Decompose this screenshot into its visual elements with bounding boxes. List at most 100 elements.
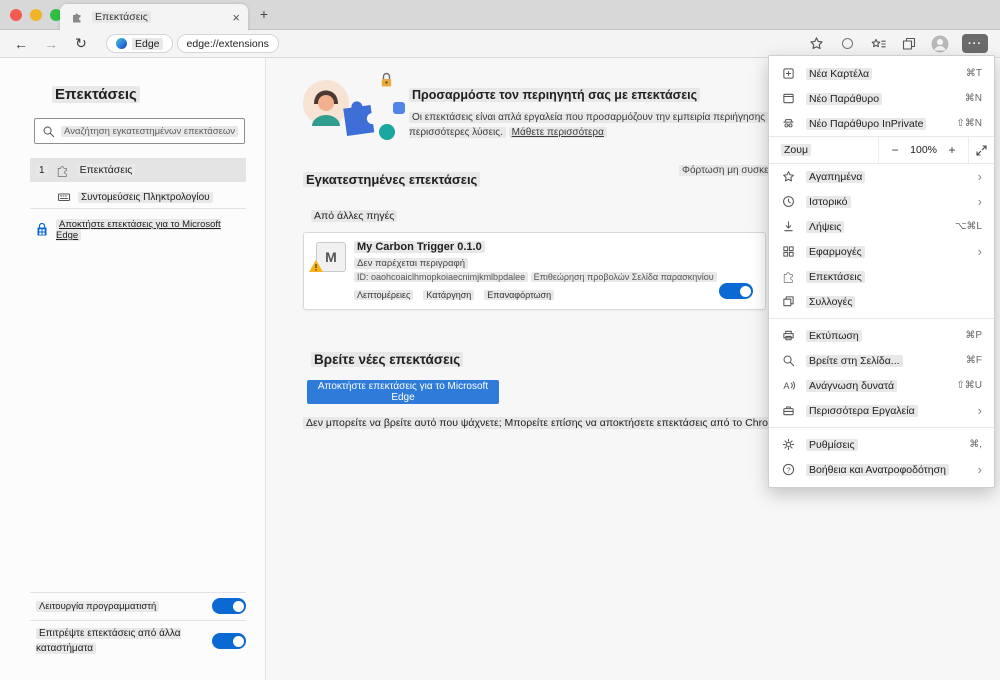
extensions-count-badge: 1 bbox=[36, 164, 48, 176]
page-title: Επεκτάσεις bbox=[52, 86, 140, 103]
menu-item-find-on-page[interactable]: Βρείτε στη Σελίδα... ⌘F bbox=[769, 348, 994, 373]
get-extensions-button[interactable]: Αποκτήστε επεκτάσεις για το Microsoft Ed… bbox=[307, 380, 499, 404]
inspect-views-link[interactable]: Επιθεώρηση προβολών Σελίδα παρασκηνίου bbox=[530, 272, 717, 282]
fullscreen-button[interactable] bbox=[968, 137, 994, 163]
developer-mode-row: Λειτουργία προγραμματιστή bbox=[36, 598, 246, 614]
sidebar-item-extensions[interactable]: 1 Επεκτάσεις bbox=[30, 158, 246, 182]
download-icon bbox=[781, 220, 796, 233]
svg-text:A: A bbox=[783, 381, 790, 391]
close-window-button[interactable] bbox=[10, 9, 22, 21]
menu-item-label: Λήψεις bbox=[806, 220, 845, 233]
sidebar: Επεκτάσεις Αναζήτηση εγκατεστημένων επεκ… bbox=[0, 58, 266, 680]
toolbar: ← → ↻ Edge edge://extensions ··· bbox=[0, 30, 1000, 58]
menu-item-label: Ρυθμίσεις bbox=[806, 438, 858, 451]
toolbox-icon bbox=[781, 404, 796, 417]
zoom-in-button[interactable]: + bbox=[946, 143, 958, 157]
zoom-out-button[interactable]: − bbox=[889, 143, 901, 157]
chevron-right-icon: › bbox=[977, 462, 982, 477]
source-group-label: Από άλλες πηγές bbox=[311, 210, 398, 222]
hero-title: Προσαρμόστε τον περιηγητή σας με επεκτάσ… bbox=[409, 88, 701, 102]
warning-icon bbox=[309, 260, 323, 275]
extension-toolbar-icon[interactable] bbox=[838, 35, 856, 53]
tab-close-icon[interactable]: × bbox=[232, 11, 240, 24]
edge-logo-icon bbox=[116, 38, 127, 49]
menu-item-print[interactable]: Εκτύπωση ⌘P bbox=[769, 323, 994, 348]
keyboard-icon bbox=[56, 190, 71, 204]
remove-button[interactable]: Κατάργηση bbox=[423, 290, 475, 300]
find-extensions-heading: Βρείτε νέες επεκτάσεις bbox=[311, 352, 464, 367]
menu-item-settings[interactable]: Ρυθμίσεις ⌘, bbox=[769, 432, 994, 457]
puzzle-illustration bbox=[334, 89, 384, 142]
site-info-badge[interactable]: Edge bbox=[106, 34, 173, 53]
teal-dot-illustration bbox=[379, 124, 395, 140]
extensions-favicon-icon bbox=[68, 8, 86, 26]
menu-item-new-tab[interactable]: Νέα Καρτέλα ⌘T bbox=[769, 61, 994, 86]
favorite-this-page-button[interactable] bbox=[807, 35, 825, 53]
zoom-label: Ζουμ bbox=[781, 144, 812, 156]
browser-settings-menu: Νέα Καρτέλα ⌘T Νέο Παράθυρο ⌘N Νέο Παράθ… bbox=[768, 55, 995, 488]
menu-item-label: Αγαπημένα bbox=[806, 170, 866, 183]
menu-item-apps[interactable]: Εφαρμογές › bbox=[769, 239, 994, 264]
menu-item-label: Εκτύπωση bbox=[806, 329, 862, 342]
learn-more-link[interactable]: Μάθετε περισσότερα bbox=[508, 127, 607, 138]
chevron-right-icon: › bbox=[977, 194, 982, 209]
allow-other-stores-row: Επιτρέψτε επεκτάσεις από άλλα καταστήματ… bbox=[36, 626, 246, 656]
extension-description: Δεν παρέχεται περιγραφή bbox=[354, 258, 468, 269]
menu-item-history[interactable]: Ιστορικό › bbox=[769, 189, 994, 214]
menu-item-new-inprivate-window[interactable]: Νέο Παράθυρο InPrivate ⇧⌘N bbox=[769, 111, 994, 136]
back-button[interactable]: ← bbox=[12, 36, 30, 52]
menu-item-read-aloud[interactable]: A Ανάγνωση δυνατά ⇧⌘U bbox=[769, 373, 994, 398]
browser-tab[interactable]: Επεκτάσεις × bbox=[60, 4, 248, 30]
extension-actions: Λεπτομέρειες Κατάργηση Επαναφόρτωση bbox=[354, 290, 555, 300]
new-tab-button[interactable]: + bbox=[255, 6, 273, 24]
menu-shortcut: ⌘T bbox=[965, 68, 982, 79]
menu-item-label: Νέο Παράθυρο InPrivate bbox=[806, 117, 927, 130]
sidebar-item-keyboard-shortcuts[interactable]: Συντομεύσεις Πληκτρολογίου bbox=[30, 185, 246, 209]
extension-name: My Carbon Trigger 0.1.0 bbox=[354, 241, 485, 253]
menu-item-favorites[interactable]: Αγαπημένα › bbox=[769, 164, 994, 189]
window-controls bbox=[10, 9, 62, 21]
extension-card: M My Carbon Trigger 0.1.0 Δεν παρέχεται … bbox=[303, 232, 766, 310]
menu-item-help-and-feedback[interactable]: ? Βοήθεια και Ανατροφοδότηση › bbox=[769, 457, 994, 482]
profile-avatar[interactable] bbox=[931, 35, 949, 53]
search-input[interactable]: Αναζήτηση εγκατεστημένων επεκτάσεων bbox=[34, 118, 245, 144]
forward-button[interactable]: → bbox=[42, 36, 60, 52]
menu-divider bbox=[769, 427, 994, 428]
get-extensions-link[interactable]: Αποκτήστε επεκτάσεις για το Microsoft Ed… bbox=[34, 219, 248, 241]
developer-mode-toggle[interactable] bbox=[212, 598, 246, 614]
help-icon: ? bbox=[781, 463, 796, 476]
menu-item-label: Επεκτάσεις bbox=[806, 270, 865, 283]
menu-item-label: Περισσότερα Εργαλεία bbox=[806, 404, 918, 417]
menu-item-label: Νέα Καρτέλα bbox=[806, 67, 873, 80]
menu-item-new-window[interactable]: Νέο Παράθυρο ⌘N bbox=[769, 86, 994, 111]
favorites-button[interactable] bbox=[869, 35, 887, 53]
extension-enabled-toggle[interactable] bbox=[719, 283, 753, 299]
address-group: Edge edge://extensions bbox=[106, 34, 279, 53]
menu-item-label: Νέο Παράθυρο bbox=[806, 92, 883, 105]
chrome-store-note: Δεν μπορείτε να βρείτε αυτό που ψάχνετε;… bbox=[303, 417, 841, 429]
menu-item-downloads[interactable]: Λήψεις ⌥⌘L bbox=[769, 214, 994, 239]
reload-button[interactable]: Επαναφόρτωση bbox=[484, 290, 555, 300]
menu-item-label: Ιστορικό bbox=[806, 195, 851, 208]
installed-extensions-heading: Εγκατεστημένες επεκτάσεις bbox=[303, 172, 481, 187]
menu-shortcut: ⌘P bbox=[965, 330, 982, 341]
details-button[interactable]: Λεπτομέρειες bbox=[354, 290, 414, 300]
settings-menu-button[interactable]: ··· bbox=[962, 34, 988, 53]
store-link-label: Αποκτήστε επεκτάσεις για το Microsoft Ed… bbox=[56, 219, 221, 241]
address-bar[interactable]: edge://extensions bbox=[176, 34, 279, 53]
collections-button[interactable] bbox=[900, 35, 918, 53]
menu-item-more-tools[interactable]: Περισσότερα Εργαλεία › bbox=[769, 398, 994, 423]
menu-divider bbox=[769, 318, 994, 319]
refresh-button[interactable]: ↻ bbox=[72, 35, 90, 52]
tab-title: Επεκτάσεις bbox=[92, 11, 151, 23]
star-icon bbox=[781, 170, 796, 183]
titlebar: Επεκτάσεις × + bbox=[0, 0, 1000, 30]
menu-item-collections[interactable]: Συλλογές bbox=[769, 289, 994, 314]
url-text: edge://extensions bbox=[186, 37, 269, 50]
minimize-window-button[interactable] bbox=[30, 9, 42, 21]
sidebar-divider bbox=[30, 620, 246, 621]
search-icon bbox=[41, 122, 55, 140]
chevron-right-icon: › bbox=[977, 403, 982, 418]
menu-item-extensions[interactable]: Επεκτάσεις bbox=[769, 264, 994, 289]
allow-other-stores-toggle[interactable] bbox=[212, 633, 246, 649]
